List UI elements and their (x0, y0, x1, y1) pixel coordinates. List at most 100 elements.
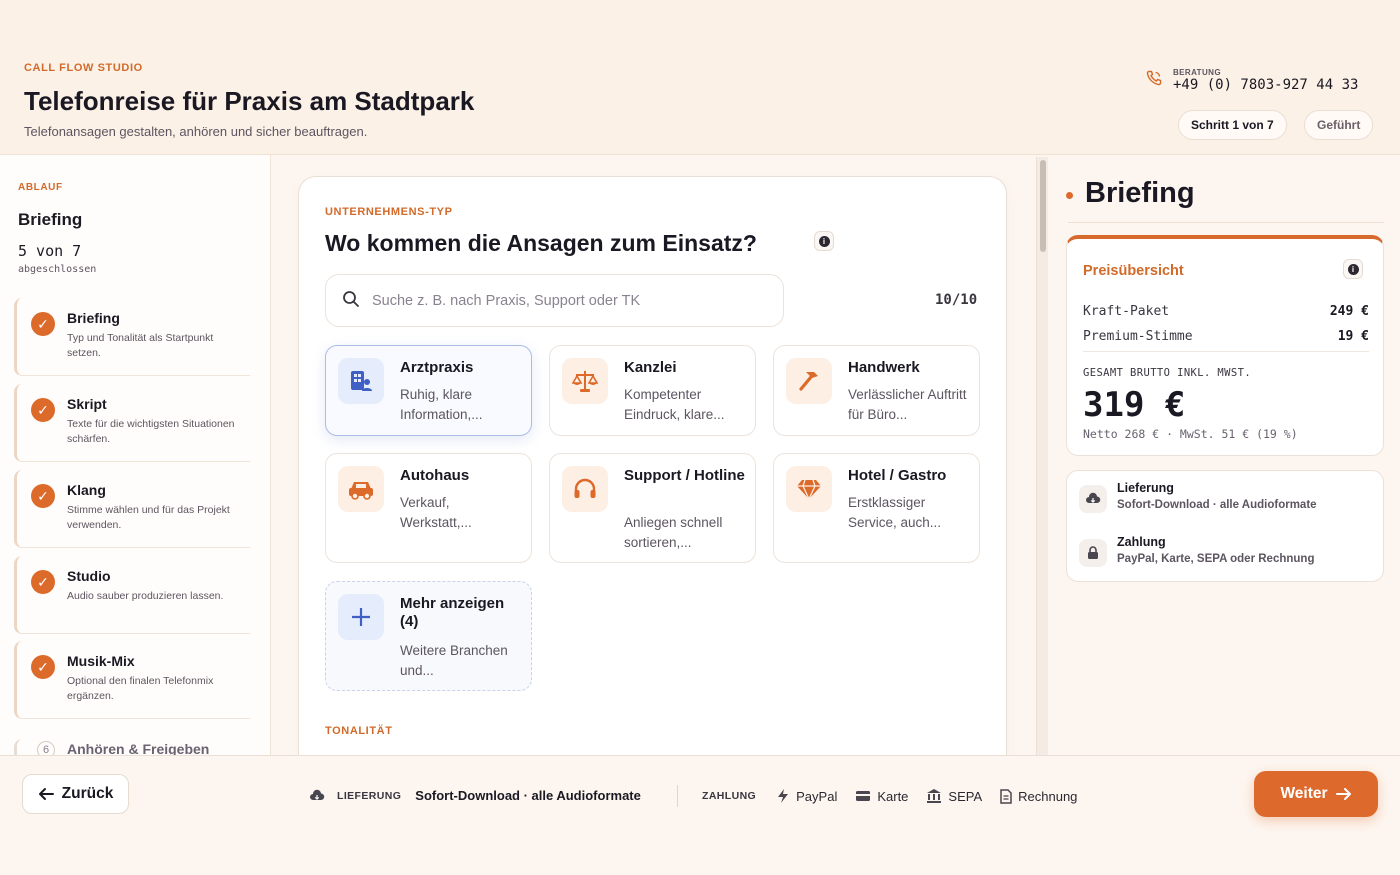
arrow-right-icon (1335, 788, 1351, 800)
cloud-download-icon (310, 789, 325, 800)
tile-arztpraxis[interactable]: Arztpraxis Ruhig, klare Information,... (325, 345, 532, 436)
info-icon[interactable]: i (1343, 259, 1363, 279)
info-icon[interactable]: i (814, 231, 834, 251)
delivery-payment-card: Lieferung Sofort-Download · alle Audiofo… (1066, 470, 1384, 582)
sidebar-step-skript[interactable]: ✓ Skript Texte für die wichtigsten Situa… (14, 384, 250, 462)
step-description: Audio sauber produzieren lassen. (67, 590, 224, 602)
search-input[interactable] (372, 289, 772, 313)
step-indicator-pill: Schritt 1 von 7 (1178, 110, 1287, 140)
delivery-row: Lieferung Sofort-Download · alle Audiofo… (1079, 479, 1369, 525)
next-button[interactable]: Weiter (1254, 771, 1378, 817)
business-type-card: UNTERNEHMENS-TYP Wo kommen die Ansagen z… (298, 176, 1007, 776)
back-label: Zurück (61, 785, 114, 802)
sidebar-step-studio[interactable]: ✓ Studio Audio sauber produzieren lassen… (14, 556, 250, 634)
divider (677, 785, 678, 807)
sidebar-step-anhoeren[interactable]: 6 Anhören & Freigeben (14, 739, 250, 755)
app-header: CALL FLOW STUDIO Telefonreise für Praxis… (0, 0, 1400, 155)
tile-name: Mehr anzeigen (4) (400, 595, 505, 630)
search-icon (343, 291, 359, 307)
summary-title: Briefing (1085, 177, 1195, 209)
hammer-icon (786, 358, 832, 404)
step-name: Briefing (67, 310, 120, 326)
sidebar-step-klang[interactable]: ✓ Klang Stimme wählen und für das Projek… (14, 470, 250, 548)
tile-name: Hotel / Gastro (848, 467, 947, 484)
tile-name: Support / Hotline (624, 467, 745, 484)
step-name: Musik-Mix (67, 653, 135, 669)
total-breakdown: Netto 268 € · MwSt. 51 € (19 %) (1083, 427, 1298, 441)
summary-panel: Briefing Preisübersicht i Kraft-Paket 24… (1050, 155, 1400, 755)
section-eyebrow: UNTERNEHMENS-TYP (325, 206, 453, 218)
payment-method-paypal: PayPal (796, 788, 838, 804)
scales-icon (562, 358, 608, 404)
payment-method-sepa: SEPA (948, 788, 983, 804)
price-line-amount: 19 € (1337, 329, 1369, 344)
price-line-label: Premium-Stimme (1083, 329, 1193, 344)
footer-delivery: LIEFERUNG Sofort-Download · alle Audiofo… (309, 788, 641, 803)
price-line-label: Kraft-Paket (1083, 304, 1170, 319)
next-label: Weiter (1280, 785, 1328, 802)
price-line: Premium-Stimme 19 € (1083, 329, 1369, 344)
lock-icon (1079, 539, 1107, 567)
contact-label: BERATUNG (1173, 68, 1221, 77)
main-scrollbar[interactable] (1036, 157, 1048, 755)
search-box (325, 274, 784, 327)
tile-name: Autohaus (400, 467, 470, 484)
car-icon (338, 466, 384, 512)
step-description: Optional den finalen Telefonmix ergänzen… (67, 675, 214, 702)
back-button[interactable]: Zurück (22, 774, 129, 814)
footer-payment: ZAHLUNG PayPal Karte SEPA Rechnung (702, 788, 1077, 804)
arrow-left-icon (38, 788, 54, 800)
tile-support-hotline[interactable]: Support / Hotline Anliegen schnell sorti… (549, 453, 756, 563)
invoice-icon (1000, 788, 1012, 804)
total-label: GESAMT BRUTTO INKL. MWST. (1083, 367, 1252, 379)
tile-description: Verlässlicher Auftritt für Büro... (848, 387, 967, 422)
check-icon: ✓ (31, 655, 55, 679)
app-eyebrow: CALL FLOW STUDIO (24, 62, 143, 74)
tile-name: Handwerk (848, 359, 920, 376)
result-count: 10/10 (935, 292, 978, 308)
section-title: Wo kommen die Ansagen zum Einsatz? (325, 230, 757, 256)
sidebar-progress: 5 von 7 (18, 242, 82, 260)
contact-number[interactable]: +49 (0) 7803-927 44 33 (1173, 77, 1358, 93)
lightning-icon (778, 789, 789, 803)
page-title: Telefonreise für Praxis am Stadtpark (24, 86, 475, 116)
price-line-amount: 249 € (1329, 304, 1369, 319)
plus-icon (338, 594, 384, 640)
tile-description: Kompetenter Eindruck, klare... (624, 387, 725, 422)
check-icon: ✓ (31, 570, 55, 594)
price-heading: Preisübersicht (1083, 263, 1184, 279)
step-name: Studio (67, 568, 111, 584)
credit-card-icon (856, 791, 871, 801)
tile-handwerk[interactable]: Handwerk Verlässlicher Auftritt für Büro… (773, 345, 980, 436)
tile-kanzlei[interactable]: Kanzlei Kompetenter Eindruck, klare... (549, 345, 756, 436)
tile-description: Erstklassiger Service, auch... (848, 495, 942, 530)
sidebar-step-musik-mix[interactable]: ✓ Musik-Mix Optional den finalen Telefon… (14, 641, 250, 719)
check-icon: ✓ (31, 484, 55, 508)
payment-row: Zahlung PayPal, Karte, SEPA oder Rechnun… (1079, 533, 1369, 579)
headset-icon (562, 466, 608, 512)
step-description: Texte für die wichtigsten Situationen sc… (67, 418, 235, 445)
gem-icon (786, 466, 832, 512)
tile-autohaus[interactable]: Autohaus Verkauf, Werkstatt,... (325, 453, 532, 563)
tile-hotel-gastro[interactable]: Hotel / Gastro Erstklassiger Service, au… (773, 453, 980, 563)
footer-delivery-label: LIEFERUNG (337, 789, 402, 802)
footer-delivery-value: Sofort-Download · alle Audioformate (415, 788, 641, 803)
sidebar-progress-sub: abgeschlossen (18, 264, 97, 275)
delivery-label: Lieferung (1117, 481, 1174, 495)
guided-mode-toggle[interactable]: Geführt (1304, 110, 1374, 140)
step-description: Stimme wählen und für das Projekt verwen… (67, 504, 230, 531)
tile-description: Weitere Branchen und... (400, 643, 508, 678)
page-subtitle: Telefonansagen gestalten, anhören und si… (24, 124, 368, 139)
payment-method-card: Karte (877, 788, 909, 804)
tonality-eyebrow: TONALITÄT (325, 725, 393, 737)
price-line: Kraft-Paket 249 € (1083, 304, 1369, 319)
divider (1083, 351, 1369, 352)
phone-icon (1146, 70, 1162, 86)
sidebar-step-briefing[interactable]: ✓ Briefing Typ und Tonalität als Startpu… (14, 298, 250, 376)
show-more-tile[interactable]: Mehr anzeigen (4) Weitere Branchen und..… (325, 581, 532, 691)
total-value: 319 € (1083, 385, 1186, 425)
scrollbar-thumb[interactable] (1040, 160, 1046, 252)
tile-name: Arztpraxis (400, 359, 474, 376)
step-name: Klang (67, 482, 106, 498)
sidebar-title: Briefing (18, 210, 83, 229)
